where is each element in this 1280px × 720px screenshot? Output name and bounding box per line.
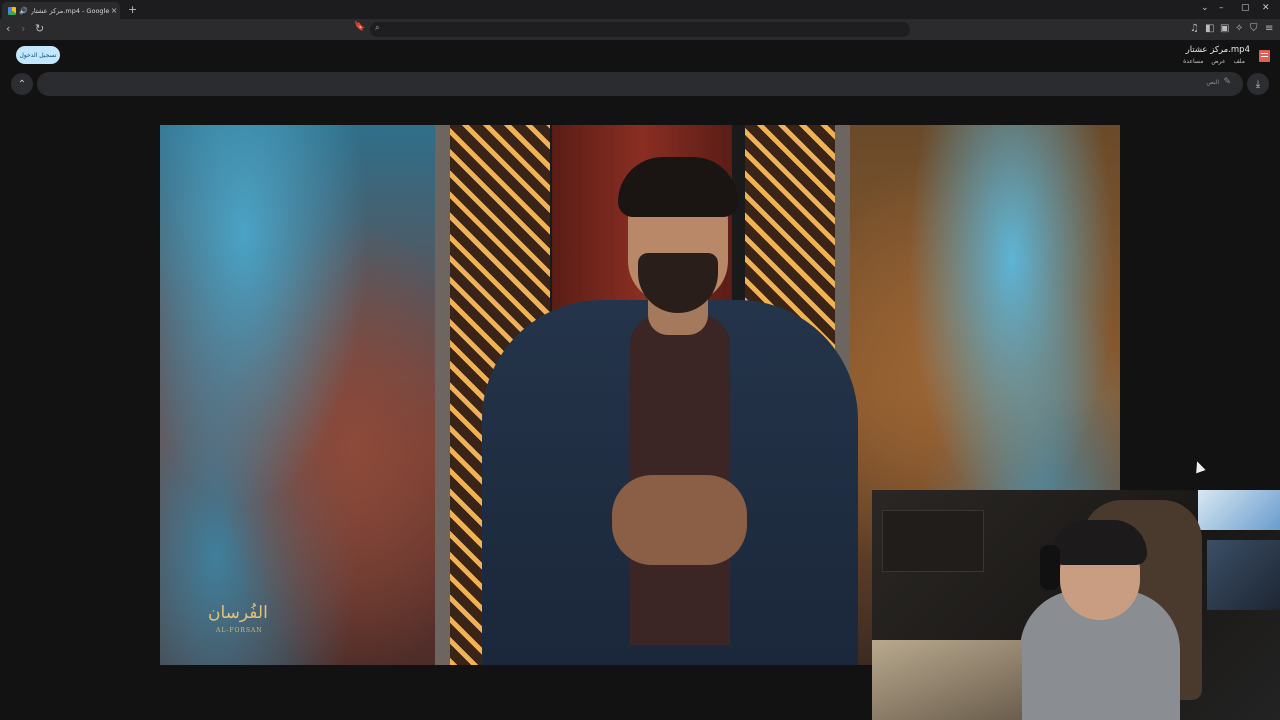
music-icon[interactable]: ♫ xyxy=(1190,23,1199,34)
wallet-icon[interactable]: ▣ xyxy=(1220,23,1229,34)
wall-edge xyxy=(435,125,450,665)
menu-item-help[interactable]: مساعدة xyxy=(1183,58,1203,65)
download-icon: ⤓ xyxy=(1255,78,1261,90)
headset-icon xyxy=(1040,545,1060,590)
extensions-icon[interactable]: ✧ xyxy=(1235,23,1243,34)
streamer-hair xyxy=(1052,520,1147,565)
search-icon: ⌕ xyxy=(375,23,380,32)
menu-icon[interactable]: ≡ xyxy=(1265,23,1273,34)
background-monitor xyxy=(1198,490,1280,530)
bookmark-icon[interactable]: 🔖 xyxy=(354,22,365,32)
show-logo: الفُرسان xyxy=(208,603,268,623)
tab-search-icon[interactable]: ⌄ xyxy=(1201,3,1209,13)
show-logo-subtitle: AL-FORSAN xyxy=(216,627,263,634)
stone-wall-left xyxy=(160,125,438,665)
mouse-cursor-icon xyxy=(1192,459,1206,474)
download-button[interactable]: ⤓ xyxy=(1247,73,1269,95)
sign-in-button[interactable]: تسجيل الدخول xyxy=(16,46,60,64)
drive-menu: ملف عرض مساعدة xyxy=(1183,58,1245,65)
presenter-hands xyxy=(612,475,747,565)
tab-title: مركز عشتار.mp4 - Google Drive xyxy=(30,6,109,15)
tab-close-icon[interactable]: × xyxy=(111,6,118,15)
maximize-button[interactable]: ▢ xyxy=(1241,3,1250,13)
drive-favicon-icon xyxy=(8,6,16,15)
transcript-icon[interactable]: ✎ xyxy=(1223,77,1231,87)
viewer-toolbar: النص ✎ xyxy=(37,72,1243,96)
address-bar[interactable]: ⌕ xyxy=(370,22,910,37)
sidebar-icon[interactable]: ◧ xyxy=(1205,23,1214,34)
new-tab-button[interactable]: + xyxy=(128,3,137,16)
collapse-button[interactable]: ⌃ xyxy=(11,73,33,95)
shield-icon[interactable]: ⛉ xyxy=(1250,23,1258,34)
background-screen xyxy=(1207,540,1280,610)
menu-item-file[interactable]: ملف xyxy=(1234,58,1245,65)
speaker-icon[interactable]: 🔊 xyxy=(19,7,28,15)
menu-item-view[interactable]: عرض xyxy=(1211,58,1225,65)
reload-icon[interactable]: ↻ xyxy=(35,22,44,35)
back-icon[interactable]: ‹ xyxy=(6,22,10,35)
webcam-overlay xyxy=(872,490,1280,720)
background-shelf xyxy=(882,510,984,572)
file-title: مركز عشتار.mp4 xyxy=(1185,45,1250,55)
presenter-hair xyxy=(618,157,738,217)
desk xyxy=(872,640,1022,720)
transcript-label[interactable]: النص xyxy=(1206,79,1219,86)
browser-tab[interactable]: 🔊 مركز عشتار.mp4 - Google Drive × xyxy=(2,2,120,19)
close-window-button[interactable]: ✕ xyxy=(1262,3,1270,13)
chevron-up-icon: ⌃ xyxy=(17,78,27,90)
browser-tab-strip xyxy=(0,0,1280,19)
minimize-button[interactable]: – xyxy=(1219,3,1224,13)
video-file-icon xyxy=(1259,50,1270,62)
forward-icon[interactable]: › xyxy=(21,22,25,35)
